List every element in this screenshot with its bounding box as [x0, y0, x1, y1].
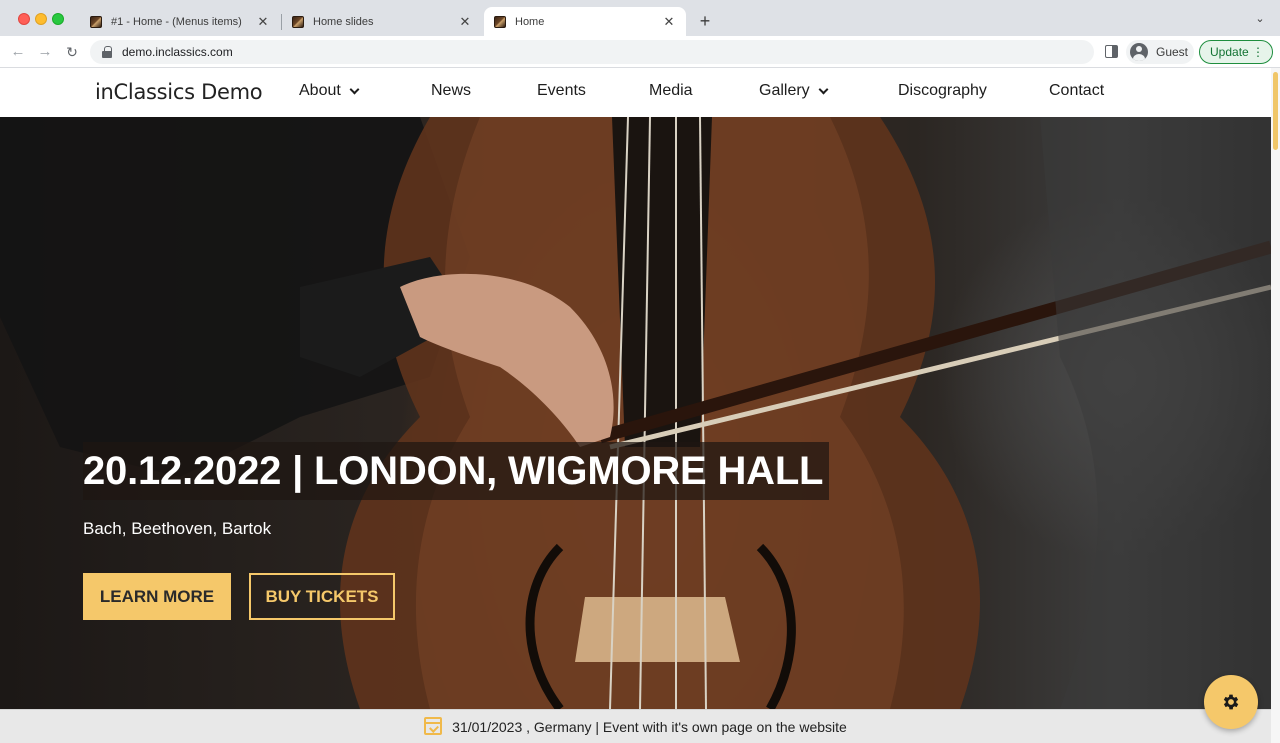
nav-item-label: Events — [537, 82, 586, 99]
kebab-menu-icon[interactable]: ⋮ — [1252, 45, 1264, 59]
nav-item-label: Contact — [1049, 82, 1105, 99]
calendar-check-icon — [424, 716, 443, 735]
window-zoom-button[interactable] — [52, 13, 64, 25]
nav-item-about[interactable]: About — [299, 82, 360, 100]
hero-slide: 20.12.2022 | LONDON, WIGMORE HALL Bach, … — [0, 117, 1271, 709]
forward-arrow-icon[interactable]: → — [35, 42, 55, 62]
browser-tab-strip: #1 - Home - (Menus items) ✕ Home slides … — [0, 0, 1280, 36]
window-close-button[interactable] — [18, 13, 30, 25]
site-logo[interactable]: inClassics Demo — [95, 80, 263, 104]
reload-icon[interactable]: ↻ — [62, 42, 82, 62]
nav-item-label: About — [299, 82, 341, 99]
nav-item-label: Media — [649, 82, 693, 99]
website-viewport: inClassics Demo About News Events Media … — [0, 68, 1280, 743]
site-favicon-icon — [292, 15, 304, 28]
nav-item-news[interactable]: News — [431, 82, 471, 100]
tab-close-icon[interactable]: ✕ — [662, 14, 676, 30]
hero-subtitle: Bach, Beethoven, Bartok — [83, 519, 272, 538]
nav-item-label: News — [431, 82, 472, 99]
tab-title: Home slides — [313, 15, 374, 28]
window-minimize-button[interactable] — [35, 13, 47, 25]
settings-button[interactable] — [1204, 675, 1258, 729]
upcoming-event-bar[interactable]: 31/01/2023 , Germany | Event with it's o… — [0, 709, 1271, 743]
browser-toolbar: ← → ↻ demo.inclassics.com Guest Update ⋮ — [0, 36, 1280, 68]
chevron-down-icon — [818, 84, 829, 94]
tab-close-icon[interactable]: ✕ — [458, 14, 472, 30]
gear-icon — [1223, 694, 1239, 710]
hero-title: 20.12.2022 | LONDON, WIGMORE HALL — [83, 442, 830, 500]
nav-item-media[interactable]: Media — [649, 82, 693, 100]
nav-item-label: Discography — [898, 82, 987, 99]
back-arrow-icon[interactable]: ← — [8, 42, 28, 62]
tab-close-icon[interactable]: ✕ — [256, 14, 270, 30]
update-button[interactable]: Update ⋮ — [1199, 40, 1273, 64]
chevron-down-icon — [349, 84, 360, 94]
new-tab-plus-icon[interactable]: + — [696, 11, 714, 31]
nav-item-gallery[interactable]: Gallery — [759, 82, 829, 100]
cello-photo-illustration — [0, 117, 1271, 709]
address-bar[interactable]: demo.inclassics.com — [90, 40, 1094, 64]
page-scrollbar-thumb[interactable] — [1273, 72, 1278, 150]
site-header: inClassics Demo About News Events Media … — [0, 68, 1280, 117]
profile-label: Guest — [1156, 45, 1189, 59]
lock-icon[interactable] — [102, 46, 112, 58]
address-bar-url: demo.inclassics.com — [122, 45, 233, 59]
browser-tab-home-slides[interactable]: Home slides ✕ — [282, 7, 482, 36]
side-panel-icon[interactable] — [1105, 45, 1118, 58]
nav-item-discography[interactable]: Discography — [898, 82, 987, 100]
tab-title: Home — [515, 15, 545, 28]
nav-item-events[interactable]: Events — [537, 82, 586, 100]
profile-button[interactable]: Guest — [1126, 40, 1194, 64]
site-favicon-icon — [494, 15, 506, 28]
update-label: Update — [1210, 45, 1249, 59]
browser-tab-home[interactable]: Home ✕ — [484, 7, 686, 36]
avatar-icon — [1130, 43, 1148, 61]
buy-tickets-button[interactable]: BUY TICKETS — [249, 573, 395, 620]
site-favicon-icon — [90, 15, 102, 28]
tab-title: #1 - Home - (Menus items) — [111, 15, 242, 28]
tab-search-chevron-icon[interactable]: ⌄ — [1252, 12, 1268, 30]
nav-item-contact[interactable]: Contact — [1049, 82, 1104, 100]
page-scrollbar[interactable] — [1271, 68, 1280, 743]
browser-tab-menus-items[interactable]: #1 - Home - (Menus items) ✕ — [80, 7, 280, 36]
learn-more-button[interactable]: LEARN MORE — [83, 573, 231, 620]
event-bar-text: 31/01/2023 , Germany | Event with it's o… — [452, 718, 847, 735]
nav-item-label: Gallery — [759, 82, 810, 99]
